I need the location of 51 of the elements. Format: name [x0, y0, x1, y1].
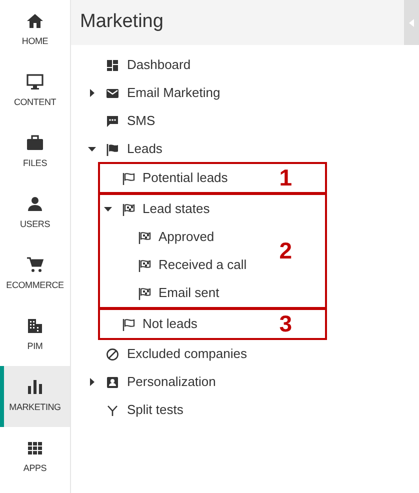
checkered-flag-icon — [138, 230, 150, 244]
tree-item[interactable]: Leads — [127, 139, 162, 159]
rail-item[interactable]: HOME — [0, 0, 70, 61]
dashboard-icon — [106, 58, 119, 72]
briefcase-icon — [26, 134, 44, 152]
contact-card-icon — [106, 376, 119, 388]
callout-number: 3 — [279, 312, 292, 336]
blocked-icon — [106, 348, 119, 360]
envelope-icon — [106, 86, 119, 100]
caret-icon[interactable] — [88, 145, 96, 153]
checkered-flag-icon — [138, 286, 150, 300]
tree-item[interactable]: Potential leads — [142, 168, 228, 188]
tree-item[interactable]: Email sent — [158, 283, 220, 303]
tree-item[interactable]: Not leads — [142, 314, 198, 334]
checkered-flag-icon — [122, 202, 134, 216]
monitor-icon — [26, 73, 44, 92]
tree-item[interactable]: Split tests — [127, 400, 184, 420]
split-icon — [106, 404, 119, 416]
chat-icon — [106, 114, 119, 128]
rail-item[interactable]: ECOMMERCE — [0, 244, 70, 305]
rail-item[interactable]: USERS — [0, 183, 70, 244]
page-title: Marketing — [79, 10, 164, 34]
bar-chart-icon — [26, 378, 44, 396]
caret-icon[interactable] — [88, 378, 96, 386]
flag-icon — [122, 318, 134, 330]
caret-icon[interactable] — [88, 89, 96, 97]
caret-icon[interactable] — [104, 205, 112, 213]
rail-item[interactable]: APPS — [0, 427, 70, 488]
checkered-flag-icon — [138, 258, 150, 272]
home-icon — [26, 12, 44, 30]
tree-item[interactable]: Approved — [158, 227, 214, 247]
rail-item[interactable]: MARKETING — [0, 366, 70, 427]
caret-icon — [409, 18, 414, 26]
callout-number: 2 — [279, 240, 292, 262]
building-icon — [26, 317, 44, 336]
tree-item[interactable]: Dashboard — [127, 55, 191, 75]
flag-icon — [122, 172, 134, 184]
rail-item[interactable]: PIM — [0, 305, 70, 366]
rail-item[interactable]: CONTENT — [0, 61, 70, 122]
tree-item[interactable]: Lead states — [142, 199, 210, 219]
flag-icon — [106, 142, 119, 156]
tree-item[interactable]: Personalization — [127, 372, 216, 392]
grid-icon — [26, 439, 44, 458]
tree-item[interactable]: Excluded companies — [127, 344, 247, 364]
tree-item[interactable]: Email Marketing — [127, 83, 220, 103]
tree-item[interactable]: SMS — [127, 111, 156, 131]
callout-number: 1 — [279, 166, 292, 190]
cart-icon — [26, 256, 44, 274]
tree-item[interactable]: Received a call — [158, 255, 247, 275]
user-icon — [26, 195, 44, 214]
rail-item[interactable]: FILES — [0, 122, 70, 183]
